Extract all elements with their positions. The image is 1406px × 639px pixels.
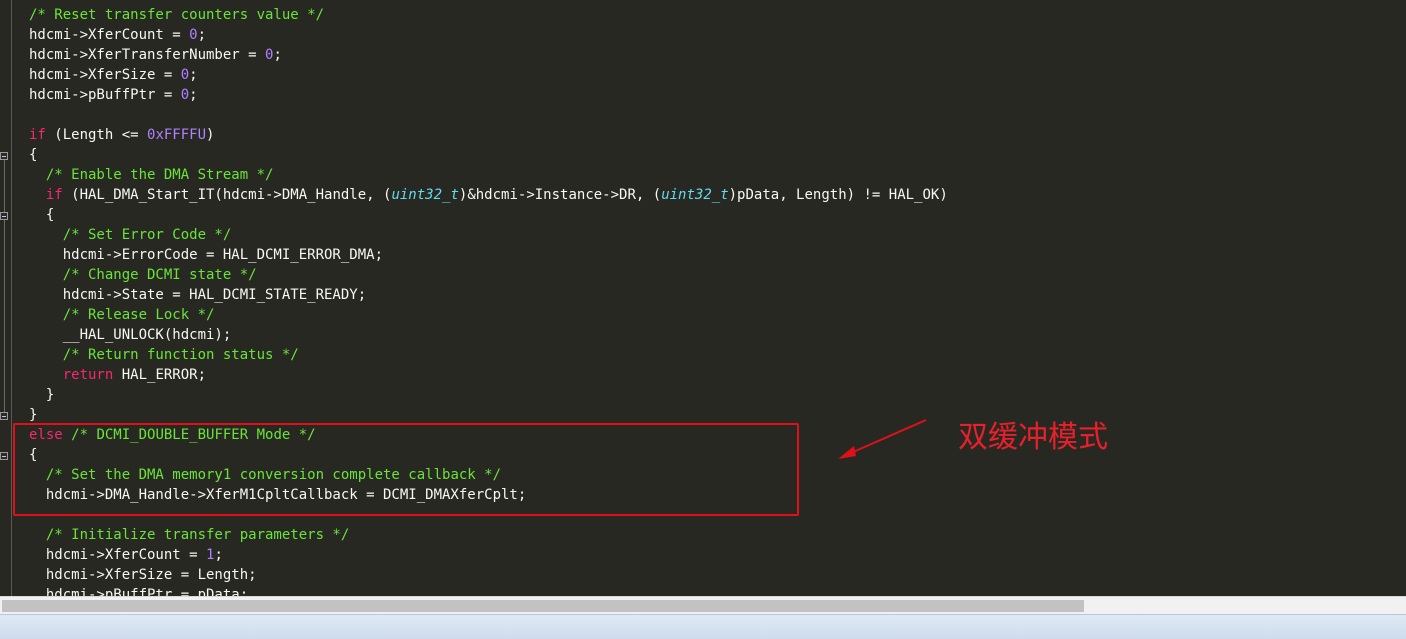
- code-token: /* Initialize transfer parameters */: [45, 527, 350, 543]
- code-token: /* Enable the DMA Stream */: [45, 167, 274, 183]
- code-token: {: [29, 207, 55, 223]
- code-line[interactable]: [29, 105, 948, 125]
- code-line[interactable]: hdcmi->State = HAL_DCMI_STATE_READY;: [29, 285, 948, 305]
- code-token: hdcmi->pBuffPtr = pData;: [29, 587, 249, 596]
- code-token: hdcmi->XferSize =: [29, 67, 181, 83]
- code-line[interactable]: return HAL_ERROR;: [29, 365, 948, 385]
- fold-collapse-icon[interactable]: [0, 452, 8, 460]
- code-line[interactable]: hdcmi->pBuffPtr = pData;: [29, 585, 948, 596]
- code-token: hdcmi->pBuffPtr =: [29, 87, 181, 103]
- code-line[interactable]: __HAL_UNLOCK(hdcmi);: [29, 325, 948, 345]
- code-token: /* Reset transfer counters value */: [29, 7, 325, 23]
- horizontal-scrollbar[interactable]: [0, 596, 1406, 615]
- code-token: if: [45, 187, 63, 203]
- code-line[interactable]: hdcmi->ErrorCode = HAL_DCMI_ERROR_DMA;: [29, 245, 948, 265]
- code-token: hdcmi->XferTransferNumber =: [29, 47, 266, 63]
- code-token: }: [29, 407, 38, 423]
- code-token: ): [206, 127, 215, 143]
- code-token: __HAL_UNLOCK(hdcmi);: [29, 327, 232, 343]
- code-line[interactable]: /* Initialize transfer parameters */: [29, 525, 948, 545]
- code-token: /* Return function status */: [62, 347, 299, 363]
- code-token: hdcmi->XferCount =: [29, 547, 207, 563]
- code-token: /* Change DCMI state */: [62, 267, 257, 283]
- annotation-arrow-icon: [838, 419, 927, 459]
- code-line[interactable]: }: [29, 385, 948, 405]
- code-line[interactable]: hdcmi->XferTransferNumber = 0;: [29, 45, 948, 65]
- code-token: HAL_ERROR;: [113, 367, 207, 383]
- code-token: ;: [273, 47, 282, 63]
- code-token: 0: [189, 27, 198, 43]
- fold-collapse-icon[interactable]: [0, 212, 8, 220]
- code-line[interactable]: /* Change DCMI state */: [29, 265, 948, 285]
- code-token: ;: [189, 87, 198, 103]
- code-token: 0xFFFFU: [147, 127, 207, 143]
- highlight-box: [13, 423, 799, 516]
- code-token: ;: [197, 27, 207, 43]
- code-token: }: [29, 387, 55, 403]
- scrollbar-thumb[interactable]: [2, 600, 1084, 612]
- code-token: hdcmi->ErrorCode = HAL_DCMI_ERROR_DMA;: [29, 247, 384, 263]
- code-line[interactable]: /* Return function status */: [29, 345, 948, 365]
- code-token: (HAL_DMA_Start_IT(hdcmi->DMA_Handle, (: [62, 187, 392, 203]
- code-token: {: [29, 147, 38, 163]
- code-line[interactable]: hdcmi->pBuffPtr = 0;: [29, 85, 948, 105]
- code-line[interactable]: /* Reset transfer counters value */: [29, 5, 948, 25]
- code-token: hdcmi->XferCount =: [29, 27, 190, 43]
- code-line[interactable]: hdcmi->XferSize = Length;: [29, 565, 948, 585]
- code-token: uint32_t: [661, 187, 729, 203]
- code-token: hdcmi->XferSize = Length;: [29, 567, 257, 583]
- code-line[interactable]: if (Length <= 0xFFFFU): [29, 125, 948, 145]
- fold-guide-line: [4, 160, 5, 416]
- code-line[interactable]: if (HAL_DMA_Start_IT(hdcmi->DMA_Handle, …: [29, 185, 948, 205]
- code-token: (Length <=: [45, 127, 148, 143]
- code-token: ;: [189, 67, 198, 83]
- fold-collapse-icon[interactable]: [0, 412, 8, 420]
- code-line[interactable]: {: [29, 205, 948, 225]
- code-token: /* Set Error Code */: [62, 227, 232, 243]
- code-token: uint32_t: [391, 187, 459, 203]
- code-line[interactable]: hdcmi->XferSize = 0;: [29, 65, 948, 85]
- code-line[interactable]: /* Enable the DMA Stream */: [29, 165, 948, 185]
- code-token: hdcmi->State = HAL_DCMI_STATE_READY;: [29, 287, 367, 303]
- code-line[interactable]: }: [29, 405, 948, 425]
- code-line[interactable]: /* Set Error Code */: [29, 225, 948, 245]
- code-token: )&hdcmi->Instance->DR, (: [458, 187, 662, 203]
- code-token: 0: [180, 87, 190, 103]
- fold-gutter: [0, 0, 12, 596]
- code-token: ;: [214, 547, 223, 563]
- code-token: /* Release Lock */: [62, 307, 215, 323]
- code-line[interactable]: hdcmi->XferCount = 1;: [29, 545, 948, 565]
- code-token: )pData, Length) != HAL_OK): [728, 187, 948, 203]
- annotation-label: 双缓冲模式: [958, 420, 1108, 455]
- code-line[interactable]: {: [29, 145, 948, 165]
- code-line[interactable]: /* Release Lock */: [29, 305, 948, 325]
- status-bar: [0, 614, 1406, 639]
- code-token: if: [29, 127, 46, 143]
- code-editor[interactable]: /* Reset transfer counters value */ hdcmi…: [0, 0, 1406, 596]
- code-line[interactable]: hdcmi->XferCount = 0;: [29, 25, 948, 45]
- code-token: 0: [180, 67, 190, 83]
- fold-collapse-icon[interactable]: [0, 152, 8, 160]
- code-token: return: [62, 367, 114, 383]
